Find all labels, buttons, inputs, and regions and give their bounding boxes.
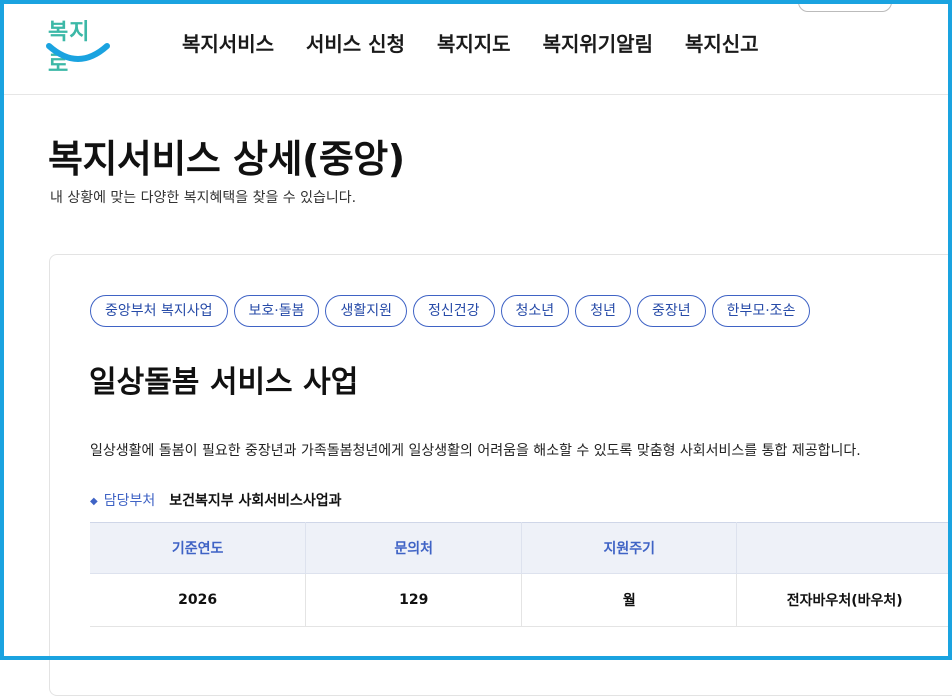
nav-service-apply[interactable]: 서비스 신청 — [306, 28, 405, 57]
tag-young-adult[interactable]: 청년 — [575, 295, 631, 327]
header-support-cycle: 지원주기 — [521, 522, 738, 574]
nav-crisis-alert[interactable]: 복지위기알림 — [543, 28, 653, 57]
page-title: 복지서비스 상세(중앙) — [48, 137, 405, 181]
header-base-year: 기준연도 — [90, 522, 307, 574]
nav-welfare-map[interactable]: 복지지도 — [437, 28, 511, 57]
category-tags: 중앙부처 복지사업 보호·돌봄 생활지원 정신건강 청소년 청년 중장년 한부모… — [90, 295, 811, 327]
top-utility-mark — [922, 0, 928, 3]
header-contact: 문의처 — [305, 522, 523, 574]
tag-mental-health[interactable]: 정신건강 — [413, 295, 495, 327]
main-nav: 복지서비스 서비스 신청 복지지도 복지위기알림 복지신고 — [182, 28, 759, 57]
site-header: 복지로 복지서비스 서비스 신청 복지지도 복지위기알림 복지신고 — [0, 0, 952, 95]
logo-smile-icon — [46, 43, 110, 62]
top-utility-button[interactable] — [798, 0, 892, 12]
nav-welfare-report[interactable]: 복지신고 — [685, 28, 759, 57]
cell-contact: 129 — [305, 573, 523, 627]
tag-central-ministry[interactable]: 중앙부처 복지사업 — [90, 295, 228, 327]
service-info-table: 기준연도 문의처 지원주기 2026 129 월 전자바우처(바우처) — [90, 522, 952, 627]
page-subtitle: 내 상황에 맞는 다양한 복지혜택을 찾을 수 있습니다. — [50, 190, 357, 206]
header-support-type — [736, 522, 952, 574]
diamond-bullet-icon: ◆ — [90, 496, 98, 507]
department-info: ◆ 담당부처 보건복지부 사회서비스사업과 — [90, 490, 342, 510]
department-value: 보건복지부 사회서비스사업과 — [169, 493, 342, 509]
table-header-row: 기준연도 문의처 지원주기 — [90, 522, 952, 574]
tag-middle-aged[interactable]: 중장년 — [636, 295, 706, 327]
tag-protection-care[interactable]: 보호·돌봄 — [233, 295, 320, 327]
nav-welfare-service[interactable]: 복지서비스 — [182, 28, 274, 57]
cell-support-type: 전자바우처(바우처) — [736, 573, 952, 627]
service-description: 일상생활에 돌봄이 필요한 중장년과 가족돌봄청년에게 일상생활의 어려움을 해… — [90, 443, 861, 459]
bokjiro-logo[interactable]: 복지로 — [44, 14, 110, 77]
department-label: 담당부처 — [103, 493, 156, 509]
service-title: 일상돌봄 서비스 사업 — [89, 365, 359, 400]
cell-support-cycle: 월 — [521, 573, 738, 627]
table-row: 2026 129 월 전자바우처(바우처) — [90, 573, 952, 627]
cell-base-year: 2026 — [90, 573, 307, 627]
tag-youth-teen[interactable]: 청소년 — [500, 295, 570, 327]
tag-living-support[interactable]: 생활지원 — [325, 295, 408, 327]
tag-single-parent[interactable]: 한부모·조손 — [711, 295, 811, 327]
